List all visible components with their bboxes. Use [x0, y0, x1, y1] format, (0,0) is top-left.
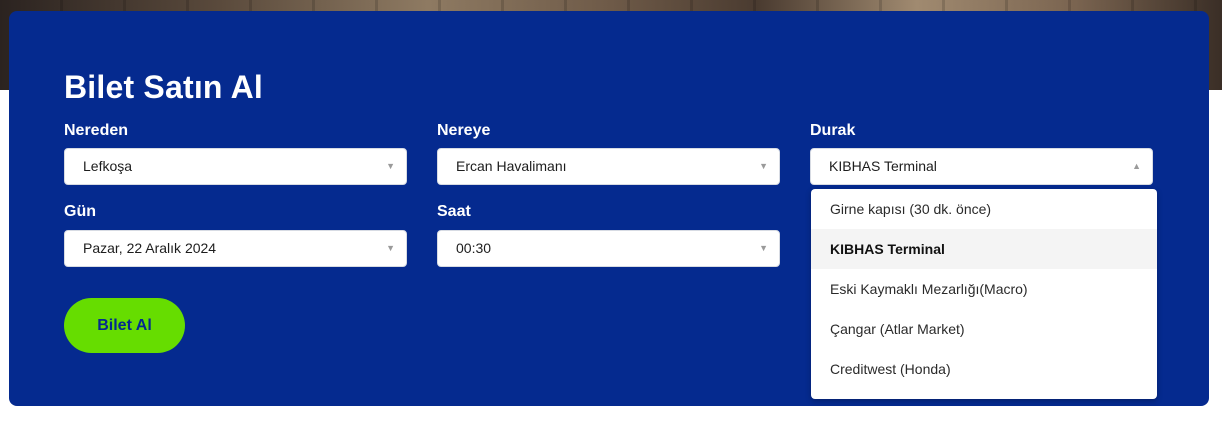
- stop-option[interactable]: Creditwest (Honda): [811, 349, 1157, 389]
- chevron-down-icon: ▼: [386, 161, 395, 171]
- time-select[interactable]: 00:30 ▼: [437, 230, 780, 267]
- chevron-down-icon: ▼: [759, 161, 768, 171]
- to-label: Nereye: [437, 122, 491, 139]
- page-title: Bilet Satın Al: [64, 69, 263, 105]
- stop-label: Durak: [810, 122, 856, 139]
- chevron-down-icon: ▼: [386, 243, 395, 253]
- day-label: Gün: [64, 203, 96, 220]
- stop-option[interactable]: Eski Kaymaklı Mezarlığı(Macro): [811, 269, 1157, 309]
- from-label: Nereden: [64, 122, 129, 139]
- stop-select[interactable]: KIBHAS Terminal ▲: [810, 148, 1153, 185]
- stop-dropdown-menu: Girne kapısı (30 dk. önce) KIBHAS Termin…: [811, 189, 1157, 399]
- from-select[interactable]: Lefkoşa ▼: [64, 148, 407, 185]
- to-select[interactable]: Ercan Havalimanı ▼: [437, 148, 780, 185]
- chevron-up-icon: ▲: [1132, 161, 1141, 171]
- day-select-value: Pazar, 22 Aralık 2024: [83, 240, 217, 256]
- buy-ticket-button[interactable]: Bilet Al: [64, 298, 185, 353]
- stop-option-selected[interactable]: KIBHAS Terminal: [811, 229, 1157, 269]
- time-label: Saat: [437, 203, 471, 220]
- from-select-value: Lefkoşa: [83, 158, 133, 174]
- stop-option[interactable]: Girne kapısı (30 dk. önce): [811, 189, 1157, 229]
- day-select[interactable]: Pazar, 22 Aralık 2024 ▼: [64, 230, 407, 267]
- stop-select-value: KIBHAS Terminal: [829, 158, 937, 174]
- chevron-down-icon: ▼: [759, 243, 768, 253]
- ticket-form-panel: Bilet Satın Al Nereden Lefkoşa ▼ Nereye …: [9, 11, 1209, 406]
- time-select-value: 00:30: [456, 240, 492, 256]
- stop-option[interactable]: Çangar (Atlar Market): [811, 309, 1157, 349]
- to-select-value: Ercan Havalimanı: [456, 158, 567, 174]
